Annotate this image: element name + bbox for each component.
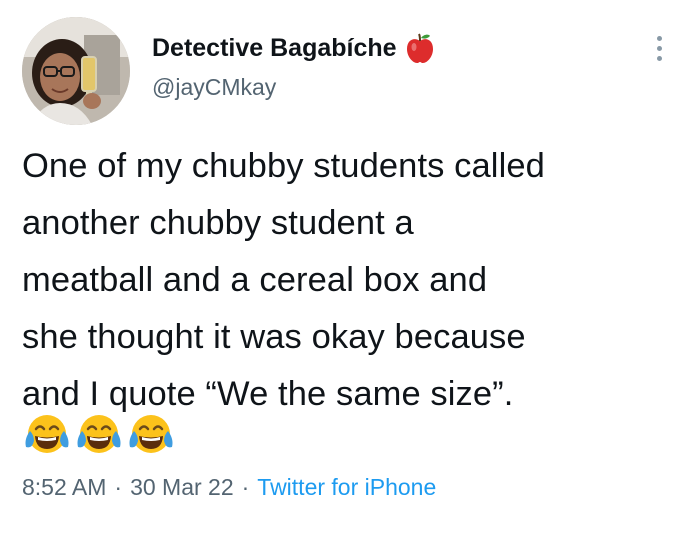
more-dot xyxy=(656,35,662,41)
tweet-text-line: another chubby student a xyxy=(22,204,414,242)
tears-of-joy-icon xyxy=(22,409,72,459)
tweet-text-line: meatball and a cereal box and xyxy=(22,261,488,299)
tweet-card: Detective Bagabíche @jayCMkay One of my … xyxy=(0,0,700,542)
emoji-row xyxy=(22,409,176,461)
tweet-date[interactable]: 30 Mar 22 xyxy=(130,474,234,501)
avatar[interactable] xyxy=(22,17,130,125)
meta-separator: · xyxy=(114,474,123,500)
user-handle[interactable]: @jayCMkay xyxy=(152,74,276,101)
tweet-meta: 8:52 AM · 30 Mar 22 · Twitter for iPhone xyxy=(22,474,436,501)
tears-of-joy-icon xyxy=(74,409,124,459)
tweet-text: One of my chubby students called another… xyxy=(22,138,692,423)
tweet-source-link[interactable]: Twitter for iPhone xyxy=(257,474,436,501)
tears-of-joy-icon xyxy=(126,409,176,459)
more-options-button[interactable] xyxy=(650,28,668,68)
display-name[interactable]: Detective Bagabíche xyxy=(152,34,397,63)
tweet-time[interactable]: 8:52 AM xyxy=(22,474,106,501)
red-apple-icon xyxy=(405,32,435,64)
meta-separator: · xyxy=(241,474,250,500)
more-dot xyxy=(656,45,662,51)
more-dot xyxy=(656,55,662,61)
tweet-text-line: she thought it was okay because xyxy=(22,318,526,356)
tweet-text-line: One of my chubby students called xyxy=(22,147,545,185)
author-name-row: Detective Bagabíche xyxy=(152,30,435,66)
